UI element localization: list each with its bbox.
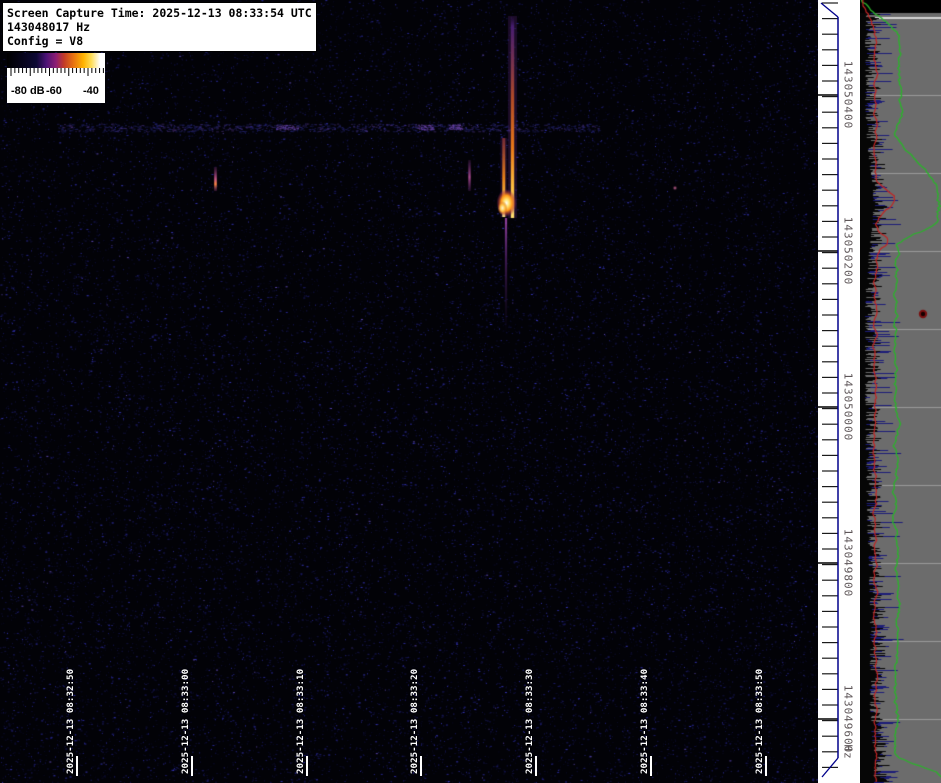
time-tick [765,756,767,776]
legend-ticks [10,68,104,76]
spectrum-capture-window: Screen Capture Time: 2025-12-13 08:33:54… [0,0,941,783]
color-gradient-bar [7,53,105,68]
config-text: Config = V8 [7,34,84,48]
time-tick [76,756,78,776]
time-tick [420,756,422,776]
spectrogram-canvas [0,0,818,783]
time-tick [535,756,537,776]
legend-label: -40 [83,85,99,97]
frequency-axis: Hz 143050400 143050200 143050000 143049800 1… [818,0,860,783]
legend-label: -80 dB [11,85,45,97]
time-tick [191,756,193,776]
color-scale-legend: -80 dB -60 -40 [7,53,105,103]
time-tick [650,756,652,776]
capture-time-text: Screen Capture Time: 2025-12-13 08:33:54… [7,6,312,20]
info-box: Screen Capture Time: 2025-12-13 08:33:54… [2,2,317,52]
legend-label: -60 [46,85,62,97]
time-tick [306,756,308,776]
spectrum-panel-canvas [860,0,941,783]
frequency-text: 143048017 Hz [7,20,91,34]
